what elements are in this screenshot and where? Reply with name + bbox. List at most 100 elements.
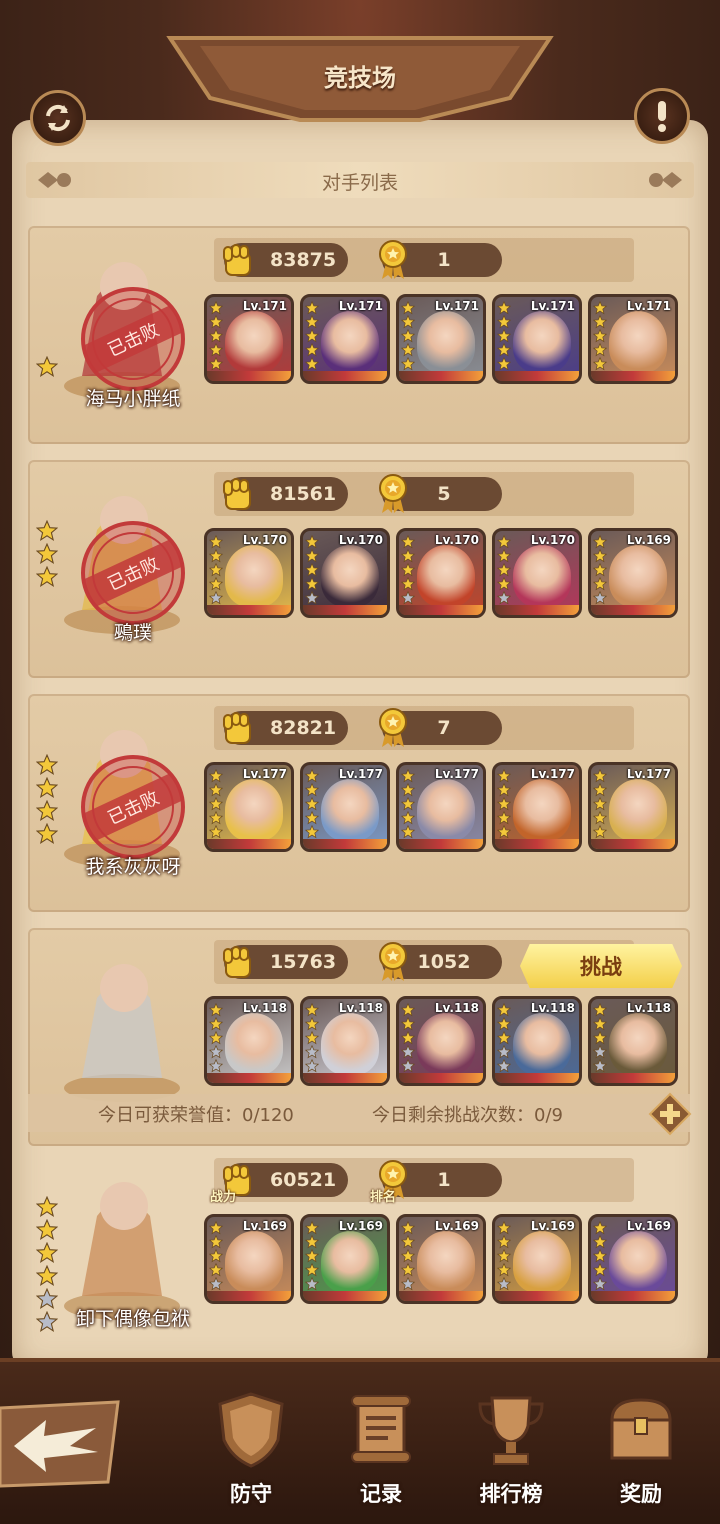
hero-slot[interactable]: Lv.171 bbox=[204, 294, 294, 384]
challenges-remaining: 今日剩余挑战次数：0/9 bbox=[372, 1105, 563, 1126]
hero-portrait bbox=[225, 545, 283, 607]
power-pill: 15763 bbox=[223, 945, 348, 979]
avatar bbox=[42, 938, 192, 1108]
nav-treasure-chest[interactable]: 奖励 bbox=[586, 1390, 696, 1510]
power-fist-icon bbox=[220, 943, 256, 981]
hero-level: Lv.118 bbox=[242, 1001, 287, 1015]
power-pill: 82821 bbox=[223, 711, 348, 745]
hero-level: Lv.170 bbox=[434, 533, 479, 547]
opponent-card[interactable]: 已击败 83875 1 Lv.171 Lv.171 Lv.171 Lv.171 Lv.171 海… bbox=[28, 226, 690, 444]
hero-stars bbox=[593, 301, 607, 371]
hero-stars bbox=[593, 769, 607, 839]
hero-slot[interactable]: Lv.177 bbox=[300, 762, 390, 852]
hero-slot[interactable]: Lv.177 bbox=[588, 762, 678, 852]
power-fist-icon bbox=[220, 475, 256, 513]
rank-pill: 5 bbox=[379, 474, 502, 513]
stat-row: 82821 7 bbox=[214, 706, 634, 750]
player-stars bbox=[36, 754, 60, 846]
nav-label: 排行榜 bbox=[479, 1482, 543, 1506]
hero-portrait bbox=[321, 311, 379, 373]
hero-slot[interactable]: Lv.170 bbox=[492, 528, 582, 618]
power-caption: 战力 bbox=[210, 1190, 237, 1205]
hero-slot[interactable]: Lv.118 bbox=[492, 996, 582, 1086]
hero-slot[interactable]: Lv.170 bbox=[204, 528, 294, 618]
hero-level: Lv.171 bbox=[242, 299, 287, 313]
hero-slot[interactable]: Lv.169 bbox=[492, 1214, 582, 1304]
avatar bbox=[42, 1156, 192, 1326]
hero-stars bbox=[401, 769, 415, 839]
hero-stars bbox=[305, 1003, 319, 1073]
stat-row: 83875 1 bbox=[214, 238, 634, 282]
hero-portrait bbox=[609, 1231, 667, 1293]
hero-stars bbox=[497, 769, 511, 839]
hero-slot[interactable]: Lv.118 bbox=[204, 996, 294, 1086]
hero-stars bbox=[209, 1003, 223, 1073]
info-bar: 今日可获荣誉值：0/120 今日剩余挑战次数：0/9 bbox=[28, 1094, 690, 1132]
hero-stars bbox=[305, 1221, 319, 1291]
refresh-button[interactable] bbox=[30, 90, 86, 146]
stat-row: 81561 5 bbox=[214, 472, 634, 516]
hero-portrait bbox=[609, 545, 667, 607]
hero-stars bbox=[497, 1003, 511, 1073]
trophy-icon bbox=[478, 1396, 544, 1465]
hero-stars bbox=[401, 301, 415, 371]
rank-value: 1 bbox=[437, 1169, 451, 1191]
rank-value: 7 bbox=[437, 717, 451, 739]
hero-level: Lv.177 bbox=[242, 767, 287, 781]
hero-portrait bbox=[321, 1231, 379, 1293]
hero-slot[interactable]: Lv.171 bbox=[492, 294, 582, 384]
hero-portrait bbox=[513, 311, 571, 373]
hero-slot[interactable]: Lv.169 bbox=[300, 1214, 390, 1304]
nav-trophy[interactable]: 排行榜 bbox=[456, 1390, 566, 1510]
info-button[interactable] bbox=[634, 88, 690, 144]
challenge-button[interactable]: 挑战 bbox=[520, 944, 682, 988]
hero-portrait bbox=[513, 1231, 571, 1293]
opponent-card[interactable]: 已击败 81561 5 Lv.170 Lv.170 Lv.170 Lv.170 Lv.169 鵐… bbox=[28, 460, 690, 678]
add-challenges-button[interactable] bbox=[648, 1092, 692, 1136]
opponent-card[interactable]: 已击败 82821 7 Lv.177 Lv.177 Lv.177 Lv.177 Lv.177 我… bbox=[28, 694, 690, 912]
hero-stars bbox=[497, 1221, 511, 1291]
back-button[interactable] bbox=[0, 1398, 128, 1488]
rank-value: 1052 bbox=[417, 951, 471, 973]
hero-slot[interactable]: Lv.169 bbox=[204, 1214, 294, 1304]
player-stars bbox=[36, 520, 60, 589]
hero-slot[interactable]: Lv.171 bbox=[588, 294, 678, 384]
exclamation-icon bbox=[658, 101, 666, 132]
hero-stars bbox=[593, 1221, 607, 1291]
hero-slot[interactable]: Lv.169 bbox=[588, 1214, 678, 1304]
hero-slot[interactable]: Lv.171 bbox=[300, 294, 390, 384]
hero-slot[interactable]: Lv.118 bbox=[396, 996, 486, 1086]
hero-level: Lv.118 bbox=[434, 1001, 479, 1015]
hero-level: Lv.118 bbox=[338, 1001, 383, 1015]
hero-slot[interactable]: Lv.118 bbox=[588, 996, 678, 1086]
hero-slot[interactable]: Lv.177 bbox=[492, 762, 582, 852]
hero-slot[interactable]: Lv.169 bbox=[396, 1214, 486, 1304]
power-value: 82821 bbox=[270, 717, 337, 739]
nav-label: 奖励 bbox=[620, 1482, 662, 1506]
player-stars bbox=[36, 356, 60, 379]
power-pill: 83875 bbox=[223, 243, 348, 277]
hero-stars bbox=[593, 1003, 607, 1073]
hero-portrait bbox=[513, 1013, 571, 1075]
hero-slot[interactable]: Lv.171 bbox=[396, 294, 486, 384]
honor-today: 今日可获荣誉值：0/120 bbox=[98, 1105, 294, 1126]
hero-stars bbox=[497, 301, 511, 371]
power-pill: 81561 bbox=[223, 477, 348, 511]
hero-slot[interactable]: Lv.177 bbox=[396, 762, 486, 852]
hero-slot[interactable]: Lv.118 bbox=[300, 996, 390, 1086]
hero-slot[interactable]: Lv.170 bbox=[396, 528, 486, 618]
hero-stars bbox=[305, 769, 319, 839]
nav-scroll[interactable]: 记录 bbox=[326, 1390, 436, 1510]
hero-level: Lv.171 bbox=[626, 299, 671, 313]
hero-slot[interactable]: Lv.170 bbox=[300, 528, 390, 618]
hero-portrait bbox=[417, 1013, 475, 1075]
hero-portrait bbox=[321, 1013, 379, 1075]
hero-stars bbox=[497, 535, 511, 605]
hero-stars bbox=[209, 535, 223, 605]
refresh-icon bbox=[46, 104, 70, 132]
hero-slot[interactable]: Lv.169 bbox=[588, 528, 678, 618]
nav-shield[interactable]: 防守 bbox=[196, 1390, 306, 1510]
hero-slot[interactable]: Lv.177 bbox=[204, 762, 294, 852]
hero-portrait bbox=[321, 779, 379, 841]
hero-level: Lv.177 bbox=[626, 767, 671, 781]
